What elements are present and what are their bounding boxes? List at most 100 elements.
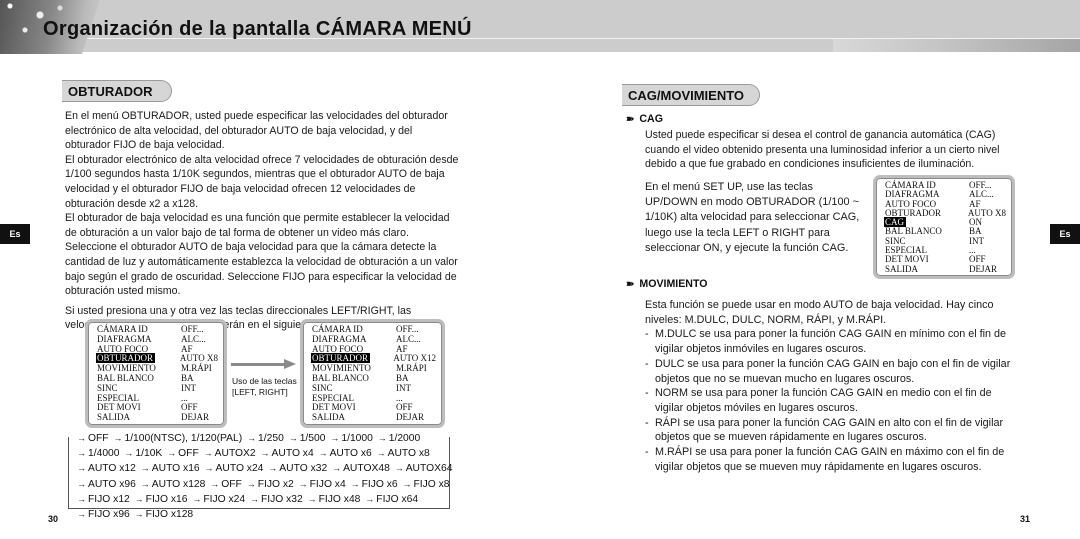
sequence-step: FIJO x2 — [257, 478, 294, 490]
cag-paragraph: Usted puede especificar si desea el cont… — [645, 129, 1000, 171]
sequence-step: OFF — [88, 433, 109, 444]
obturador-paragraph-2: El obturador electrónico de alta velocid… — [65, 153, 459, 210]
movimiento-intro: Esta función se puede usar en modo AUTO … — [645, 299, 994, 326]
menu-item-key: AUTO FOCO — [312, 343, 364, 354]
subsection-cag: ➽ CAG — [626, 113, 663, 125]
menu-item-key: SALIDA — [312, 412, 345, 423]
sequence-arrow-icon: → — [332, 463, 342, 474]
menu-item-key: ESPECIAL — [97, 392, 140, 403]
menu-item-key: ESPECIAL — [312, 392, 355, 403]
sequence-step: AUTO x32 — [279, 463, 328, 475]
menu-item-key: BAL BLANCO — [97, 372, 154, 383]
sequence-arrow-icon: → — [246, 478, 256, 489]
menu-item-key: OBTURADOR — [96, 353, 156, 364]
transition-arrow-shaft — [231, 363, 286, 366]
sequence-step: AUTO x96 — [88, 478, 136, 490]
sequence-step: FIJO x8 — [413, 478, 450, 490]
menu-item-key: MOVIMIENTO — [312, 363, 371, 374]
menu-item-key: DET MOVI — [312, 402, 356, 413]
page-number-right: 31 — [1020, 514, 1031, 524]
list-item: RÁPI se usa para poner la función CAG GA… — [645, 416, 1017, 445]
sequence-step: AUTO x12 — [88, 463, 136, 475]
section-heading-obturador: OBTURADOR — [62, 80, 172, 102]
subsection-movimiento-heading: MOVIMIENTO — [639, 278, 708, 290]
sequence-arrow-icon: → — [298, 478, 308, 489]
arrow-caption: Uso de las teclas [LEFT, RIGHT] — [232, 376, 297, 397]
transition-arrow-icon — [284, 359, 296, 369]
sequence-step: FIJO x6 — [361, 478, 398, 490]
sequence-step: FIJO x128 — [145, 509, 194, 521]
menu-item-key: DET MOVI — [97, 402, 141, 413]
sequence-step: OFF — [221, 478, 242, 490]
sequence-arrow-icon: → — [203, 448, 213, 459]
sequence-step: AUTOX2 — [214, 448, 256, 460]
menu-item-key: AUTO FOCO — [97, 343, 149, 354]
menu-item-value: DEJAR — [396, 412, 425, 423]
obturador-text: En el menú OBTURADOR, usted puede especi… — [65, 109, 460, 333]
sequence-step: 1/4000 — [88, 448, 120, 460]
menu-item-key: DIAFRAGMA — [97, 333, 152, 344]
sequence-arrow-icon: → — [307, 493, 317, 504]
page-number-left: 30 — [48, 514, 59, 524]
menu-item-value: DEJAR — [181, 412, 210, 423]
sequence-arrow-icon: → — [134, 493, 144, 504]
sequence-step: FIJO x16 — [145, 493, 188, 505]
menu-screen-before: CÁMARA ID OFF... DIAFRAGMA ALC... AUTO FOCO A… — [85, 319, 227, 428]
menu-item-key: SINC — [312, 382, 333, 393]
sequence-arrow-icon: → — [77, 448, 86, 459]
header-gradient — [833, 39, 1080, 52]
sequence-arrow-icon: → — [140, 463, 150, 474]
language-tab-left: Es — [0, 224, 30, 244]
list-item: M.DULC se usa para poner la función CAG … — [645, 327, 1017, 356]
menu-item-key: SALIDA — [97, 412, 130, 423]
menu-item-key: BAL BLANCO — [312, 372, 369, 383]
sequence-arrow-icon: → — [394, 463, 404, 474]
sequence-arrow-icon: → — [77, 433, 86, 443]
sequence-step: 1/500 — [299, 433, 326, 444]
arrow-bullet-icon: ➽ — [626, 278, 635, 290]
sequence-arrow-icon: → — [402, 478, 412, 489]
sequence-step: AUTOX64 — [405, 463, 453, 475]
sequence-arrow-icon: → — [113, 433, 123, 443]
sequence-arrow-icon: → — [210, 478, 220, 489]
sequence-step: FIJO x12 — [88, 493, 130, 505]
movimiento-level-list: M.DULC se usa para poner la función CAG … — [645, 327, 1017, 474]
menu-screen-after: CÁMARA ID OFF... DIAFRAGMA ALC... AUTO FOCO A… — [300, 319, 445, 428]
menu-item-key: SALIDA — [885, 263, 918, 274]
menu-item-value: DEJAR — [969, 263, 998, 274]
menu-item-key: OBTURADOR — [311, 353, 371, 364]
menu-row: SALIDA DEJAR — [312, 412, 436, 423]
sequence-step: AUTO x128 — [151, 478, 206, 490]
list-item: DULC se usa para poner la función CAG GA… — [645, 357, 1017, 386]
sequence-step: AUTO x4 — [271, 448, 314, 460]
sequence-step: AUTO x8 — [387, 448, 430, 460]
sequence-arrow-icon: → — [350, 478, 360, 489]
sequence-arrow-icon: → — [288, 433, 298, 443]
sequence-arrow-icon: → — [204, 463, 214, 474]
shutter-speed-sequence: → OFF → 1/100(NTSC), 1/120(PAL) → 1/250 → 1/… — [75, 431, 453, 522]
menu-screen-cag: CÁMARA ID OFF... DIAFRAGMA ALC... AUTO FOCO A… — [873, 175, 1015, 279]
list-item: NORM se usa para poner la función CAG GA… — [645, 386, 1017, 415]
sequence-step: FIJO x96 — [88, 509, 130, 521]
movimiento-text: Esta función se puede usar en modo AUTO … — [645, 298, 1017, 474]
arrow-caption-line2: [LEFT, RIGHT] — [232, 386, 288, 397]
sequence-step: 1/250 — [258, 433, 284, 444]
sequence-arrow-icon: → — [167, 448, 177, 459]
menu-item-label: SALIDA — [312, 412, 396, 423]
sequence-step: FIJO x4 — [309, 478, 346, 490]
sequence-arrow-icon: → — [376, 448, 386, 459]
sequence-arrow-icon: → — [330, 433, 340, 443]
sequence-arrow-icon: → — [134, 509, 144, 520]
sequence-step: AUTO x6 — [329, 448, 372, 460]
menu-item-key: CÁMARA ID — [312, 324, 363, 334]
subsection-movimiento: ➽ MOVIMIENTO — [626, 278, 707, 290]
sequence-arrow-icon: → — [77, 478, 86, 489]
list-item: M.RÁPI se usa para poner la función CAG … — [645, 445, 1017, 474]
sequence-step: 1/100(NTSC), 1/120(PAL) — [124, 433, 243, 444]
sequence-step: OFF — [178, 448, 199, 460]
obturador-paragraph-3: El obturador de baja velocidad es una fu… — [65, 212, 458, 298]
sequence-arrow-icon: → — [77, 493, 86, 504]
sequence-step: AUTO x16 — [151, 463, 200, 475]
sequence-step: 1/1000 — [341, 433, 373, 444]
menu-item-key: MOVIMIENTO — [97, 363, 156, 374]
